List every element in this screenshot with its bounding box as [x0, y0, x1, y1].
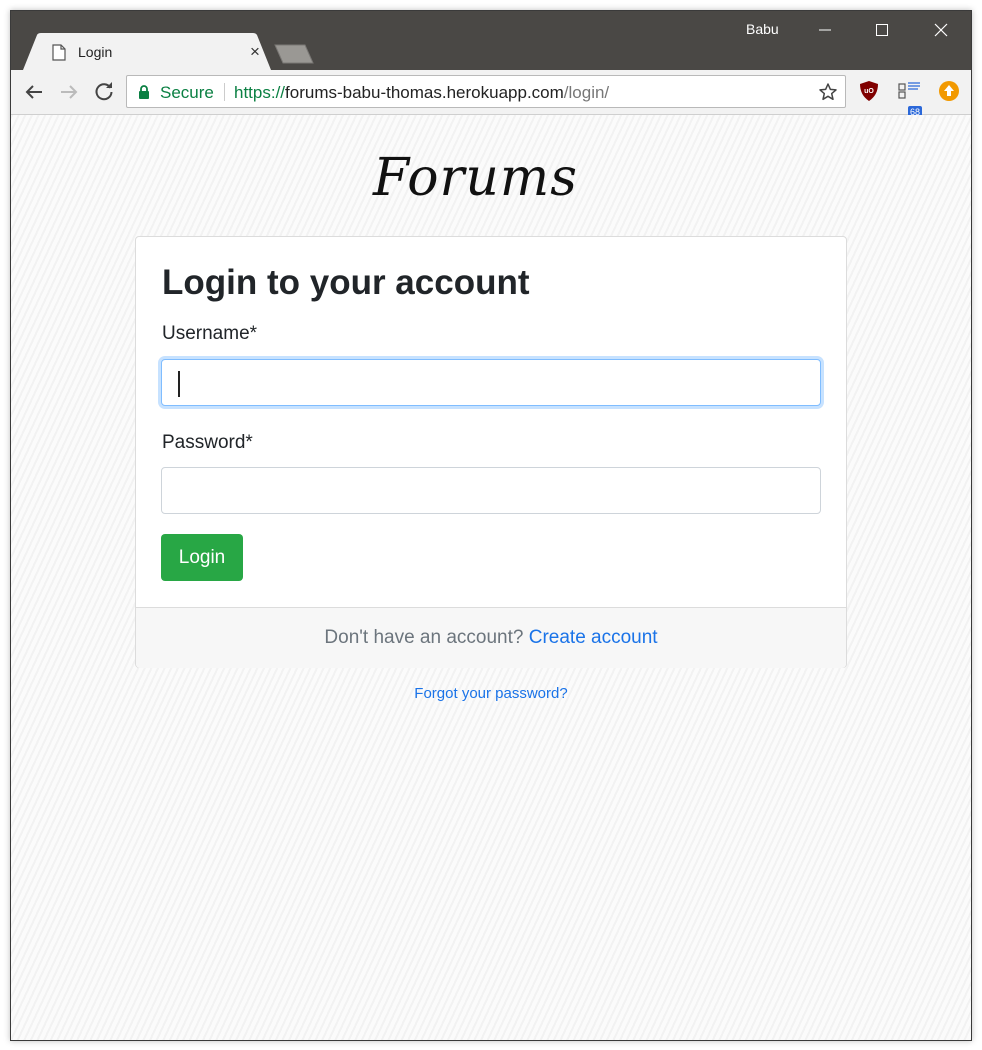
secure-label: Secure — [160, 83, 214, 102]
create-account-link[interactable]: Create account — [529, 627, 658, 648]
new-tab-button[interactable] — [273, 44, 315, 64]
tab-login[interactable]: Login × — [23, 33, 271, 70]
page-icon — [52, 44, 66, 66]
text-caret — [178, 371, 180, 397]
maximize-icon — [876, 24, 888, 36]
username-label: Username* — [162, 323, 258, 344]
ublock-shield-icon[interactable]: uO — [859, 80, 879, 102]
bookmark-star-icon[interactable] — [818, 82, 838, 102]
username-input[interactable] — [161, 359, 821, 406]
close-tab-icon[interactable]: × — [250, 43, 260, 60]
url-text[interactable]: https://forums-babu-thomas.herokuapp.com… — [234, 83, 609, 103]
upload-arrow-icon[interactable] — [938, 80, 960, 102]
url-path: /login/ — [563, 83, 610, 102]
page-content: Forums Login to your account Username* P… — [11, 115, 971, 1040]
tab-title: Login — [78, 44, 113, 60]
profile-name[interactable]: Babu — [746, 21, 779, 37]
title-bar: Login × Babu — [11, 11, 971, 70]
ublock-label: uO — [864, 88, 874, 95]
forward-arrow-icon[interactable] — [57, 80, 81, 104]
password-label: Password* — [162, 432, 253, 453]
lock-icon — [139, 85, 149, 99]
maximize-button[interactable] — [862, 17, 902, 47]
card-footer: Don't have an account? Create account — [136, 607, 846, 668]
reload-icon[interactable] — [92, 80, 116, 104]
login-button[interactable]: Login — [161, 534, 243, 581]
footer-text: Don't have an account? — [324, 627, 524, 648]
forgot-password-link[interactable]: Forgot your password? — [11, 685, 971, 702]
minimize-button[interactable] — [805, 17, 845, 47]
forums-logo: Forums — [372, 148, 578, 208]
card-title: Login to your account — [162, 263, 530, 302]
password-input[interactable] — [161, 467, 821, 514]
omnibox-divider — [224, 83, 225, 101]
login-card: Login to your account Username* Password… — [135, 236, 847, 668]
close-icon — [934, 23, 948, 37]
browser-toolbar: Secure https://forums-babu-thomas.heroku… — [11, 70, 971, 118]
url-host: forums-babu-thomas.herokuapp.com — [285, 83, 564, 102]
minimize-icon — [819, 29, 831, 31]
address-bar[interactable]: Secure https://forums-babu-thomas.heroku… — [126, 75, 846, 108]
browser-window: Login × Babu Secure https://forums-babu-… — [10, 10, 972, 1041]
logo-text: Forums — [372, 148, 578, 208]
close-window-button[interactable] — [921, 17, 961, 47]
back-arrow-icon[interactable] — [22, 80, 46, 104]
extension-badge-icon[interactable] — [898, 80, 922, 102]
url-scheme: https:// — [234, 83, 286, 102]
